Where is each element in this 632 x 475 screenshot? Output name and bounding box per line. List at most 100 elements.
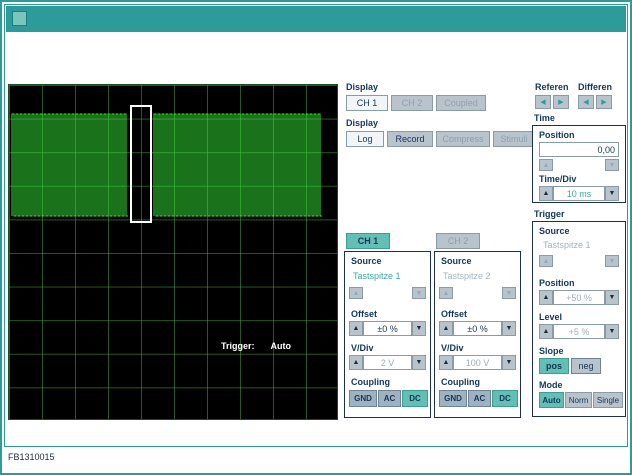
- time-position-field[interactable]: 0,00: [539, 142, 619, 157]
- display-coupled-button[interactable]: Coupled: [436, 95, 486, 111]
- trigger-readout-value: Auto: [271, 341, 292, 351]
- up-arrow-icon: ▲: [543, 162, 550, 169]
- compress-button[interactable]: Compress: [436, 131, 490, 147]
- trigger-source-up-button[interactable]: ▲: [539, 255, 553, 267]
- ch1-offset-up-button[interactable]: ▲: [349, 321, 363, 336]
- ch1-offset-down-button[interactable]: ▼: [412, 321, 426, 336]
- trigger-level-field[interactable]: +5 %: [553, 324, 605, 339]
- ch2-vdiv-down-button[interactable]: ▼: [502, 355, 516, 370]
- time-position-label: Position: [539, 130, 575, 140]
- display-ch1-button[interactable]: CH 1: [346, 95, 388, 111]
- differential-prev-button[interactable]: ◀: [578, 95, 594, 109]
- trigger-position-label: Position: [539, 278, 575, 288]
- ch2-offset-label: Offset: [441, 309, 467, 319]
- time-panel: Position 0,00 ▲ ▼ Time/Div ▲ 10 ms ▼: [532, 125, 626, 203]
- down-arrow-icon: ▼: [609, 258, 616, 265]
- up-arrow-icon: ▲: [543, 328, 550, 335]
- record-button[interactable]: Record: [387, 131, 433, 147]
- ch2-dc-button[interactable]: DC: [492, 390, 518, 407]
- reference-prev-button[interactable]: ◀: [535, 95, 551, 109]
- up-arrow-icon: ▲: [543, 294, 550, 301]
- trigger-panel-label: Trigger: [534, 209, 565, 219]
- up-arrow-icon: ▲: [443, 325, 450, 332]
- ch1-source-down-button[interactable]: ▼: [412, 287, 426, 299]
- ch1-source-value[interactable]: Tastspitze 1: [353, 271, 401, 281]
- timediv-up-button[interactable]: ▲: [539, 186, 553, 201]
- ch1-dc-button[interactable]: DC: [402, 390, 428, 407]
- ch2-source-up-button[interactable]: ▲: [439, 287, 453, 299]
- down-arrow-icon: ▼: [609, 328, 616, 335]
- up-arrow-icon: ▲: [353, 325, 360, 332]
- trigger-level-down-button[interactable]: ▼: [605, 324, 619, 339]
- down-arrow-icon: ▼: [416, 325, 423, 332]
- ch1-vdiv-up-button[interactable]: ▲: [349, 355, 363, 370]
- ch1-vdiv-field[interactable]: 2 V: [363, 355, 412, 370]
- reference-label: Referen: [535, 82, 569, 92]
- ch1-source-up-button[interactable]: ▲: [349, 287, 363, 299]
- display-ch2-button[interactable]: CH 2: [391, 95, 433, 111]
- up-arrow-icon: ▲: [543, 190, 550, 197]
- trigger-position-down-button[interactable]: ▼: [605, 290, 619, 305]
- down-arrow-icon: ▼: [416, 290, 423, 297]
- time-position-down-button[interactable]: ▼: [605, 159, 619, 171]
- trigger-readout-label: Trigger:: [221, 341, 255, 351]
- ch2-gnd-button[interactable]: GND: [439, 390, 467, 407]
- ch1-offset-field[interactable]: ±0 %: [363, 321, 412, 336]
- time-position-up-button[interactable]: ▲: [539, 159, 553, 171]
- ch1-vdiv-down-button[interactable]: ▼: [412, 355, 426, 370]
- down-arrow-icon: ▼: [609, 190, 616, 197]
- down-arrow-icon: ▼: [416, 359, 423, 366]
- scope-display[interactable]: Trigger: Auto: [8, 84, 338, 420]
- ch2-offset-up-button[interactable]: ▲: [439, 321, 453, 336]
- ch2-panel: Source Tastspitze 2 ▲ ▼ Offset ▲ ±0 % ▼ …: [434, 251, 521, 418]
- ch2-vdiv-label: V/Div: [441, 343, 464, 353]
- titlebar: [6, 6, 626, 32]
- reference-next-button[interactable]: ▶: [553, 95, 569, 109]
- display-modes-label: Display: [346, 118, 378, 128]
- time-panel-label: Time: [534, 113, 555, 123]
- up-arrow-icon: ▲: [443, 359, 450, 366]
- down-arrow-icon: ▼: [609, 162, 616, 169]
- log-button[interactable]: Log: [346, 131, 384, 147]
- up-arrow-icon: ▲: [543, 258, 550, 265]
- zoom-selection-box[interactable]: [131, 106, 151, 222]
- ch2-ac-button[interactable]: AC: [468, 390, 491, 407]
- ch1-ac-button[interactable]: AC: [378, 390, 401, 407]
- trigger-readout: Trigger: Auto: [221, 341, 291, 351]
- ch2-vdiv-field[interactable]: 100 V: [453, 355, 502, 370]
- trigger-source-down-button[interactable]: ▼: [605, 255, 619, 267]
- ch1-vdiv-label: V/Div: [351, 343, 374, 353]
- timediv-down-button[interactable]: ▼: [605, 186, 619, 201]
- trigger-level-up-button[interactable]: ▲: [539, 324, 553, 339]
- ch1-gnd-button[interactable]: GND: [349, 390, 377, 407]
- trigger-position-field[interactable]: +50 %: [553, 290, 605, 305]
- titlebar-icon: [12, 11, 27, 26]
- ch2-vdiv-up-button[interactable]: ▲: [439, 355, 453, 370]
- left-arrow-icon: ◀: [583, 98, 588, 106]
- mode-auto-button[interactable]: Auto: [539, 392, 564, 408]
- slope-pos-button[interactable]: pos: [539, 358, 569, 374]
- tab-ch2[interactable]: CH 2: [436, 233, 480, 249]
- ch2-offset-down-button[interactable]: ▼: [502, 321, 516, 336]
- ch2-source-value[interactable]: Tastspitze 2: [443, 271, 491, 281]
- ch1-panel: Source Tastspitze 1 ▲ ▼ Offset ▲ ±0 % ▼ …: [344, 251, 431, 418]
- stimuli-button[interactable]: Stimuli: [493, 131, 535, 147]
- app-window: Trigger: Auto Display CH 1 CH 2 Coupled …: [0, 0, 632, 475]
- slope-neg-button[interactable]: neg: [571, 358, 601, 374]
- trigger-level-label: Level: [539, 312, 562, 322]
- mode-single-button[interactable]: Single: [593, 392, 623, 408]
- down-arrow-icon: ▼: [506, 325, 513, 332]
- timediv-field[interactable]: 10 ms: [553, 186, 605, 201]
- ch2-offset-field[interactable]: ±0 %: [453, 321, 502, 336]
- mode-norm-button[interactable]: Norm: [565, 392, 592, 408]
- up-arrow-icon: ▲: [353, 359, 360, 366]
- trigger-source-value[interactable]: Tastspitze 1: [543, 240, 591, 250]
- display-channels-label: Display: [346, 82, 378, 92]
- differential-next-button[interactable]: ▶: [596, 95, 612, 109]
- ch1-coupling-label: Coupling: [351, 377, 390, 387]
- ch2-source-down-button[interactable]: ▼: [502, 287, 516, 299]
- timediv-label: Time/Div: [539, 174, 576, 184]
- trigger-position-up-button[interactable]: ▲: [539, 290, 553, 305]
- ch1-source-label: Source: [351, 256, 382, 266]
- tab-ch1[interactable]: CH 1: [346, 233, 390, 249]
